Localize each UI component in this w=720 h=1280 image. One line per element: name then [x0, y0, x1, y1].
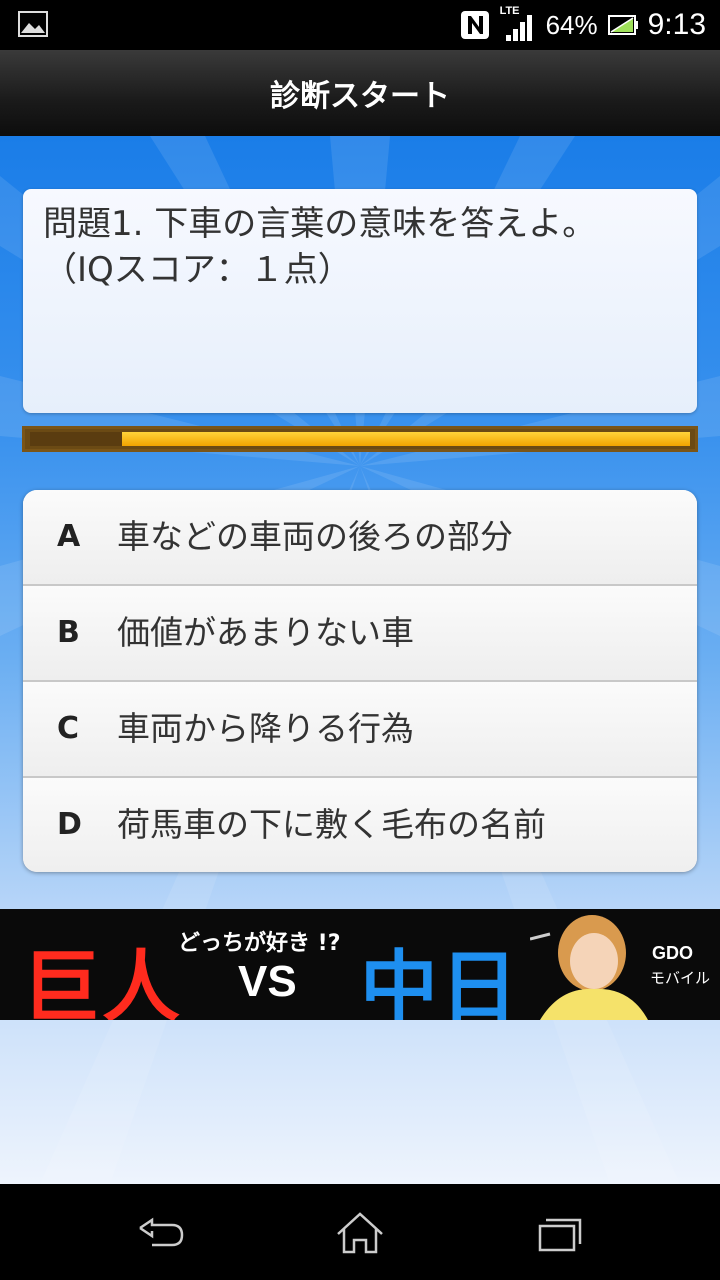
choice-text: 荷馬車の下に敷く毛布の名前 [117, 805, 546, 844]
battery-percent: 64% [545, 9, 598, 40]
home-icon[interactable] [330, 1208, 390, 1258]
ad-right-text: 中日 [360, 943, 521, 1020]
ad-left-text: 巨人 [22, 943, 183, 1020]
signal-icon: LTE [500, 5, 536, 43]
ad-brand-sub: モバイル [650, 969, 711, 987]
choice-letter: B [57, 615, 80, 650]
battery-icon [607, 15, 638, 35]
choice-a-button[interactable]: A 車などの車両の後ろの部分 [23, 490, 697, 586]
progress-remaining [122, 432, 690, 446]
choice-text: 価値があまりない車 [117, 613, 414, 652]
ad-vs: VS [238, 957, 297, 1006]
choice-d-button[interactable]: D 荷馬車の下に敷く毛布の名前 [23, 778, 697, 872]
choice-text: 車などの車両の後ろの部分 [117, 517, 513, 556]
choice-b-button[interactable]: B 価値があまりない車 [23, 586, 697, 682]
choice-c-button[interactable]: C 車両から降りる行為 [23, 682, 697, 778]
main-content: 問題1. 下車の言葉の意味を答えよ。（IQスコア：１点） A 車などの車両の後ろ… [0, 136, 720, 1184]
progress-completed [30, 432, 122, 446]
back-icon[interactable] [130, 1208, 190, 1258]
action-bar: 診断スタート [0, 50, 720, 138]
choice-text: 車両から降りる行為 [117, 709, 414, 748]
clock: 9:13 [647, 8, 706, 41]
question-text: 問題1. 下車の言葉の意味を答えよ。（IQスコア：１点） [43, 204, 597, 290]
gallery-icon [18, 11, 48, 37]
navigation-bar [0, 1184, 720, 1280]
ad-tagline: どっちが好き !? [178, 931, 341, 956]
ad-brand: GDO [652, 943, 694, 963]
page-title: 診断スタート [270, 79, 450, 114]
choice-letter: A [57, 519, 81, 554]
choice-letter: D [57, 807, 82, 842]
choice-letter: C [57, 711, 80, 746]
ad-banner[interactable]: 巨人 どっちが好き !? VS 中日 GDO モバイル [0, 909, 720, 1020]
status-bar: LTE 64% 9:13 [0, 0, 720, 50]
ad-person-image [530, 915, 648, 1020]
progress-bar [22, 426, 698, 452]
answer-choices: A 車などの車両の後ろの部分 B 価値があまりない車 C 車両から降りる行為 D… [23, 490, 697, 872]
nfc-icon [460, 11, 489, 39]
question-card: 問題1. 下車の言葉の意味を答えよ。（IQスコア：１点） [23, 189, 697, 413]
recent-apps-icon[interactable] [530, 1208, 590, 1258]
